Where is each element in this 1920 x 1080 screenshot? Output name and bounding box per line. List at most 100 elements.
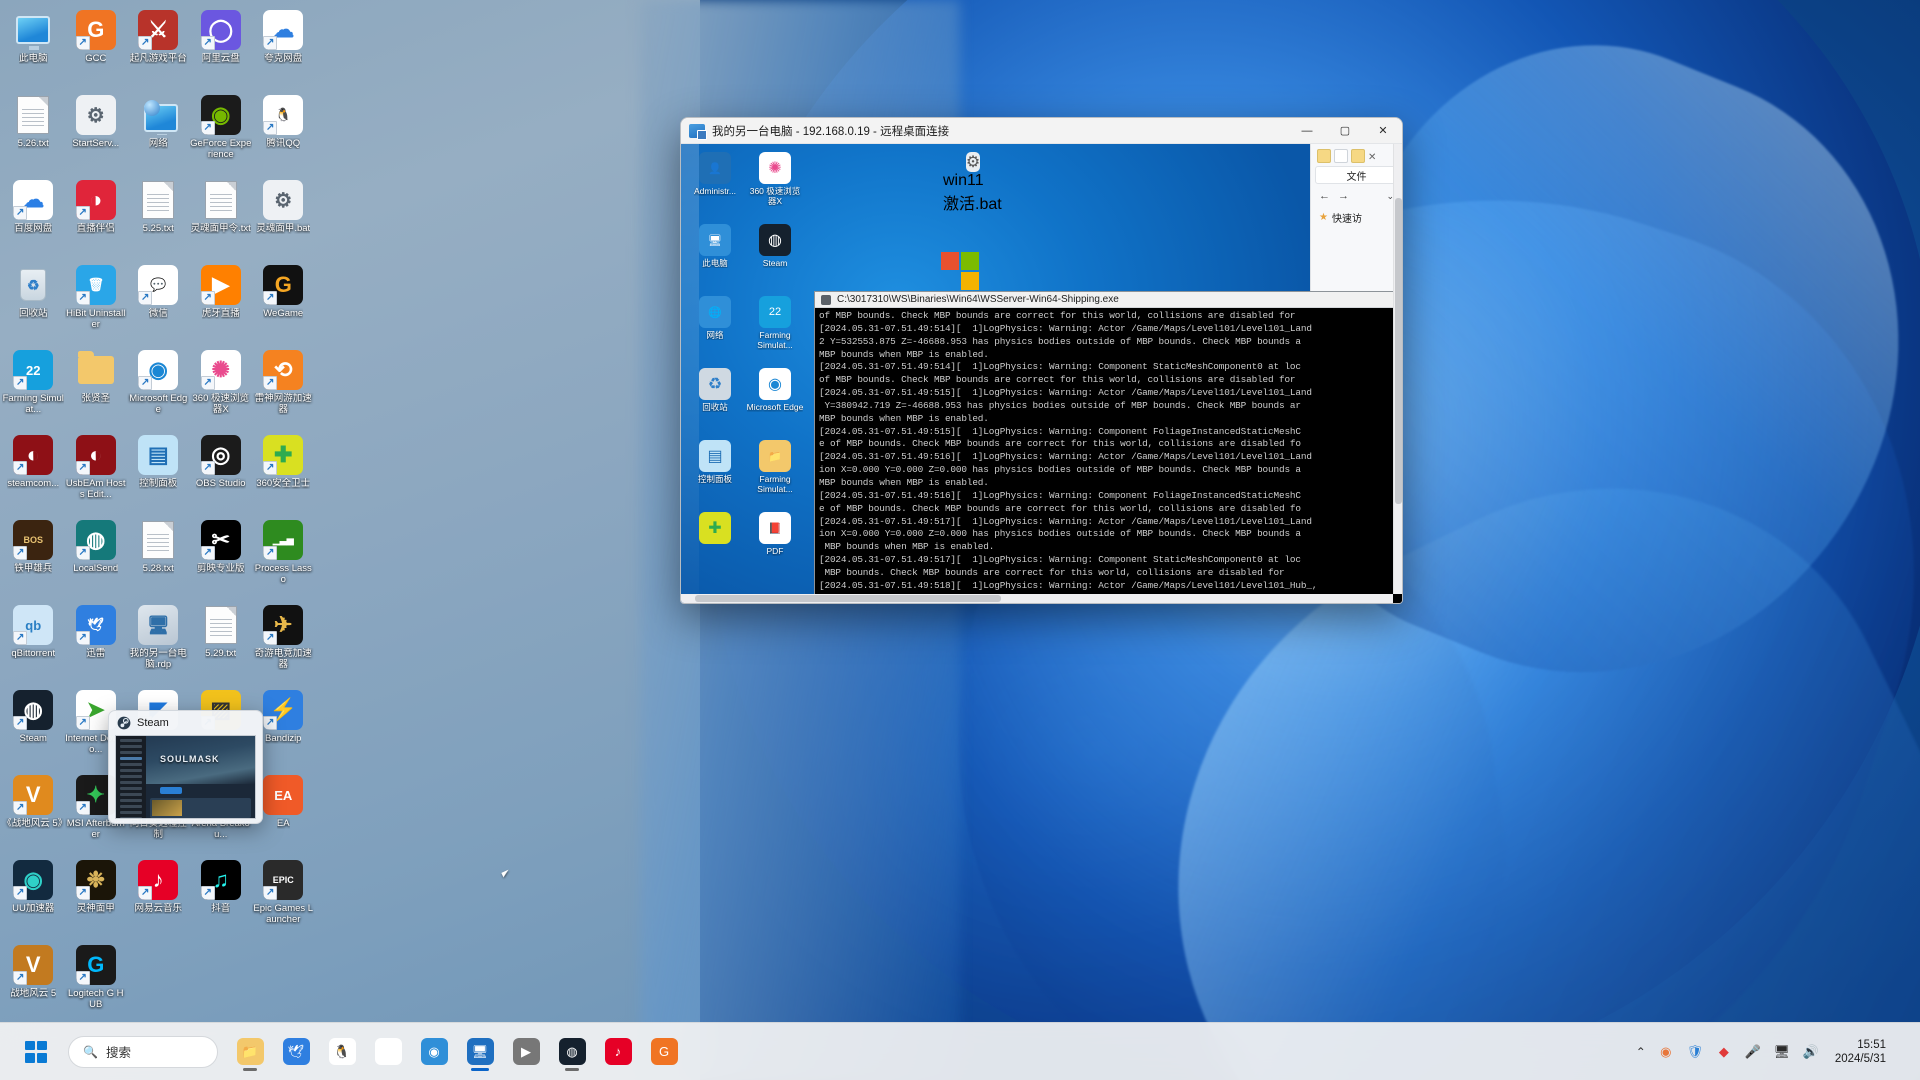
desktop-icon-battlefield-5-icon[interactable]: V 《战地风云 5》 (2, 771, 65, 856)
desktop-icon-recycle-bin-icon[interactable]: 回收站 (2, 261, 65, 346)
desktop-icon-localsend-icon[interactable]: ◍ LocalSend (65, 516, 128, 601)
desktop-icon-steam-icon[interactable]: ◍ Steam (2, 686, 65, 771)
remote-desktop-icon-network-icon[interactable]: 🌐 网络 (685, 292, 745, 364)
remote-desktop-icon-farming-simulator-folder-icon[interactable]: 📁 Farming Simulat... (745, 436, 805, 508)
desktop-icon-pdf-file-icon[interactable] (127, 941, 190, 1026)
desktop-icon-netease-music-icon[interactable]: ♪ 网易云音乐 (127, 856, 190, 941)
explorer-tab-3[interactable] (1351, 149, 1365, 163)
desktop-icon-microsoft-edge-icon[interactable]: ◉ Microsoft Edge (127, 346, 190, 431)
desktop-icon-huya-live-icon[interactable]: ▶ 虎牙直播 (190, 261, 253, 346)
remote-desktop-icon-recycle-bin-icon[interactable]: ♻ 回收站 (685, 364, 745, 436)
desktop-icon-wechat-icon[interactable]: 💬 微信 (127, 261, 190, 346)
tray-app-orange-icon[interactable]: ◉ (1656, 1042, 1676, 1062)
explorer-quick-access-item[interactable]: ★ 快速访 (1311, 208, 1402, 227)
notification-bell-icon[interactable] (1896, 1040, 1908, 1064)
game-server-console-window[interactable]: C:\3017310\WS\Binaries\Win64\WSServer-Wi… (814, 291, 1402, 603)
desktop-icon-this-pc-icon[interactable]: 此电脑 (2, 6, 65, 91)
tray-monitor-icon[interactable]: 🖥 (1772, 1042, 1792, 1062)
desktop-icon-360-security-guard-icon[interactable]: ✚ 360安全卫士 (252, 431, 315, 516)
desktop-icon-gcc-icon[interactable]: G GCC (65, 6, 128, 91)
rdp-title-bar[interactable]: 我的另一台电脑 - 192.168.0.19 - 远程桌面连接 — ▢ ✕ (681, 118, 1402, 144)
remote-desktop-icon-green-plus-icon[interactable]: ✚ (685, 508, 745, 580)
taskbar-button-file-explorer[interactable]: 📁 (228, 1030, 272, 1074)
desktop-icon-jianying-pro-icon[interactable]: ✂ 剪映专业版 (190, 516, 253, 601)
tray-microphone-icon[interactable]: 🎤 (1743, 1042, 1763, 1062)
remote-bat-file-shortcut[interactable]: ⚙ win11 激活.bat (943, 148, 1003, 220)
desktop-icon-leishen-accelerator-icon[interactable]: ⟲ 雷神网游加速器 (252, 346, 315, 431)
minimize-button[interactable]: — (1288, 118, 1326, 144)
taskbar-button-netease-music[interactable]: ♪ (596, 1030, 640, 1074)
desktop-icon-thunder-xunlei-icon[interactable]: 🕊 迅雷 (65, 601, 128, 686)
desktop-icon-logitech-g-hub-icon[interactable]: G Logitech G HUB (65, 941, 128, 1026)
desktop-icon-aliyun-drive-icon[interactable]: ◯ 阿里云盘 (190, 6, 253, 91)
remote-desktop-icon-farming-simulator-icon[interactable]: 22 Farming Simulat... (745, 292, 805, 364)
taskbar-button-gcc[interactable]: G (642, 1030, 686, 1074)
desktop-icon-quark-drive-icon[interactable]: ☁ 夸克网盘 (252, 6, 315, 91)
desktop-icon-obs-studio-icon[interactable]: ◎ OBS Studio (190, 431, 253, 516)
tray-app-red-icon[interactable]: ◆ (1714, 1042, 1734, 1062)
desktop-icon-text-file-icon[interactable]: 5.26.txt (2, 91, 65, 176)
remote-desktop-icon-steam-icon[interactable]: ◍ Steam (745, 220, 805, 292)
arrow-left-icon[interactable]: ← (1319, 190, 1330, 202)
taskbar-button-tencent-qq[interactable]: 🐧 (320, 1030, 364, 1074)
steam-taskbar-preview[interactable]: Steam (108, 710, 263, 824)
rdp-session-area[interactable]: 👤 Administr... ✺ 360 极速浏览器X 🖥 此电脑 ◍ Steam 🌐 网络 22 F… (681, 144, 1402, 603)
tray-app-shield-icon[interactable]: 🛡 (1685, 1042, 1705, 1062)
desktop-icon-qifan-game-platform-icon[interactable]: ⚔ 起凡游戏平台 (127, 6, 190, 91)
desktop-icon-live-companion-icon[interactable]: ◑ 直播伴侣 (65, 176, 128, 261)
remote-desktop-window[interactable]: 我的另一台电脑 - 192.168.0.19 - 远程桌面连接 — ▢ ✕ 👤 A… (680, 117, 1403, 604)
desktop-icon-start-server-bat-icon[interactable]: ⚙ StartServ... (65, 91, 128, 176)
desktop-icon-qbittorrent-icon[interactable]: qb qBittorrent (2, 601, 65, 686)
desktop-icon-soulmask-bat-icon[interactable]: ⚙ 灵魂面甲.bat (252, 176, 315, 261)
desktop-icon-hibit-uninstaller-icon[interactable]: 🗑 HiBit Uninstaller (65, 261, 128, 346)
rdp-hscroll-thumb[interactable] (695, 595, 1002, 602)
rdp-vscroll-thumb[interactable] (1395, 198, 1402, 504)
search-box[interactable]: 🔍 搜索 (68, 1035, 218, 1068)
desktop-icon-text-file-icon[interactable]: 灵魂面甲令.txt (190, 176, 253, 261)
rdp-vertical-scrollbar[interactable] (1393, 144, 1402, 594)
desktop-icon-tencent-qq-icon[interactable]: 🐧 腾讯QQ (252, 91, 315, 176)
remote-desktop-icon-control-panel-icon[interactable]: ▤ 控制面板 (685, 436, 745, 508)
desktop-icon-text-file-icon[interactable]: 5.29.txt (190, 601, 253, 686)
remote-desktop-icon-360-browser-x-icon[interactable]: ✺ 360 极速浏览器X (745, 148, 805, 220)
desktop-icon-farming-simulator-icon[interactable]: 22 Farming Simulat... (2, 346, 65, 431)
desktop-icon-control-panel-icon[interactable]: ▤ 控制面板 (127, 431, 190, 516)
desktop-icon-soulmask-game-icon[interactable]: ❉ 灵神面甲 (65, 856, 128, 941)
desktop-icon-process-lasso-icon[interactable]: ▁▃▅ Process Lasso (252, 516, 315, 601)
tray-volume-icon[interactable]: 🔊 (1801, 1042, 1821, 1062)
taskbar-button-qq-browser[interactable]: ◉ (412, 1030, 456, 1074)
arrow-right-icon[interactable]: → (1338, 190, 1349, 202)
explorer-tab-1[interactable] (1317, 149, 1331, 163)
desktop-icon-uu-accelerator-icon[interactable]: ◉ UU加速器 (2, 856, 65, 941)
maximize-button[interactable]: ▢ (1326, 118, 1364, 144)
taskbar-button-remote-desktop[interactable]: 🖥 (458, 1030, 502, 1074)
desktop-icon-text-file-icon[interactable]: 5.28.txt (127, 516, 190, 601)
desktop-icon-360-browser-x-icon[interactable]: ✺ 360 极速浏览器X (190, 346, 253, 431)
remote-desktop-icon-microsoft-edge-icon[interactable]: ◉ Microsoft Edge (745, 364, 805, 436)
desktop-icon-steamcom-icon[interactable]: ◐ steamcom... (2, 431, 65, 516)
desktop-icon-geforce-experience-icon[interactable]: ◉ GeForce Experience (190, 91, 253, 176)
desktop-icon-epic-games-launcher-icon[interactable]: EPIC Epic Games Launcher (252, 856, 315, 941)
desktop-icon-bos-game-icon[interactable]: BOS 铁甲雄兵 (2, 516, 65, 601)
remote-desktop-icon-pdf-file-icon[interactable]: 📕 PDF (745, 508, 805, 580)
desktop-icon-douyin-icon[interactable]: ♫ 抖音 (190, 856, 253, 941)
close-icon[interactable]: ✕ (1368, 152, 1376, 163)
taskbar-button-360-browser[interactable]: ✺ (366, 1030, 410, 1074)
start-button[interactable] (14, 1030, 58, 1074)
remote-desktop-icon-administrator-user-icon[interactable]: 👤 Administr... (685, 148, 745, 220)
desktop-icon-network-icon[interactable]: 网络 (127, 91, 190, 176)
steam-preview-thumbnail[interactable] (115, 735, 256, 819)
explorer-tab-row[interactable]: ✕ (1311, 144, 1402, 163)
chevron-up-icon[interactable]: ⌃ (1636, 1045, 1646, 1059)
desktop-icon-usbeam-hosts-editor-icon[interactable]: ◐ UsbEAm Hosts Edit... (65, 431, 128, 516)
desktop-icon-baidu-netdisk-icon[interactable]: ☁ 百度网盘 (2, 176, 65, 261)
desktop-icon-remote-desktop-file-icon[interactable]: 🖥 我的另一台电脑.rdp (127, 601, 190, 686)
desktop-icon-wegame-icon[interactable]: G WeGame (252, 261, 315, 346)
rdp-horizontal-scrollbar[interactable] (681, 594, 1393, 603)
desktop-icon-user-folder-icon[interactable]: 张贤圣 (65, 346, 128, 431)
explorer-tab-2[interactable] (1334, 149, 1348, 163)
close-button[interactable]: ✕ (1364, 118, 1402, 144)
taskbar-button-steam[interactable]: ◍ (550, 1030, 594, 1074)
remote-desktop-icon-this-pc-icon[interactable]: 🖥 此电脑 (685, 220, 745, 292)
taskbar-button-thunder-xunlei[interactable]: 🕊 (274, 1030, 318, 1074)
